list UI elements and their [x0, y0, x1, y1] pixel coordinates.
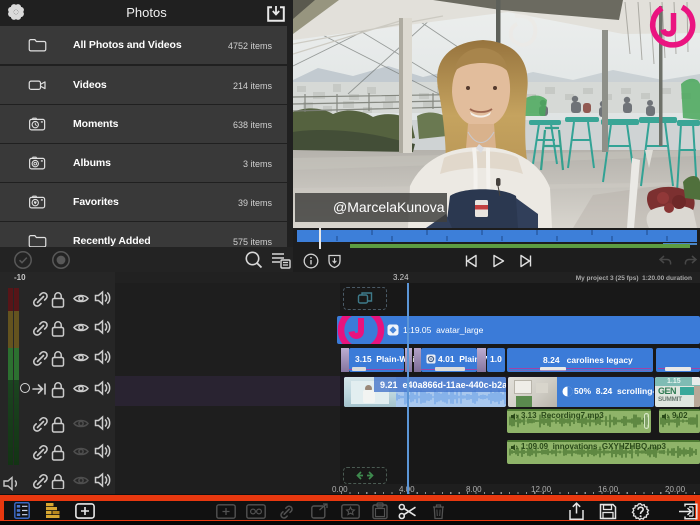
svg-text:@MarcelaKunova: @MarcelaKunova [333, 199, 445, 215]
